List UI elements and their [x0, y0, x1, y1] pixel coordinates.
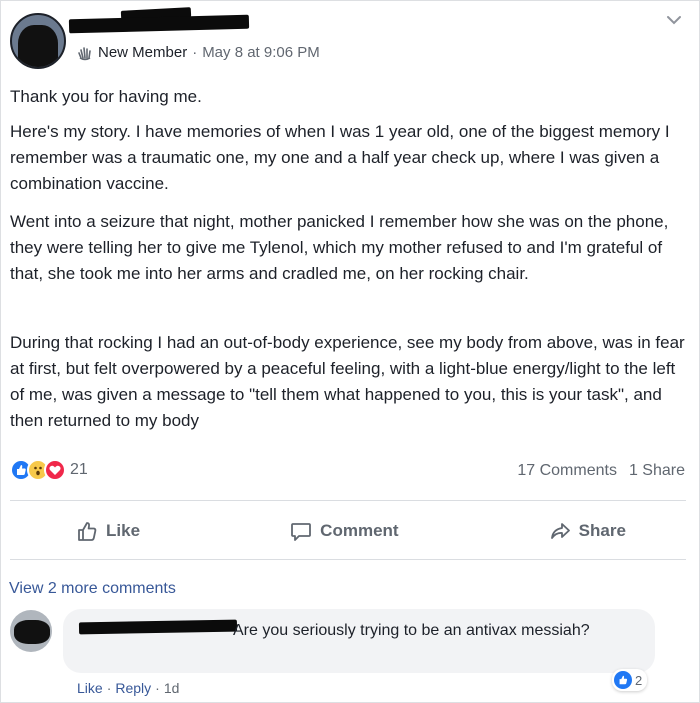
comment-reply-link[interactable]: Reply: [115, 680, 151, 696]
reaction-count: 21: [70, 461, 88, 478]
post-paragraph: Thank you for having me.: [10, 87, 202, 106]
like-button-label: Like: [106, 521, 141, 540]
member-badge[interactable]: New Member: [98, 44, 187, 61]
reactions-summary[interactable]: 21: [10, 459, 88, 481]
post-timestamp[interactable]: May 8 at 9:06 PM: [202, 44, 320, 61]
shares-count-link[interactable]: 1 Share: [629, 462, 685, 480]
comment-meta: Like · Reply · 1d: [77, 680, 179, 696]
avatar-redaction: [14, 620, 50, 644]
thumbs-up-icon: [78, 522, 97, 541]
post-paragraph: Here's my story. I have memories of when…: [10, 122, 670, 193]
view-more-comments-link[interactable]: View 2 more comments: [9, 580, 176, 598]
comment-age[interactable]: 1d: [164, 680, 180, 696]
post-action-bar: Like Comment Share: [1, 511, 700, 551]
love-icon: [44, 459, 66, 481]
post-card: New Member · May 8 at 9:06 PM Thank you …: [0, 0, 700, 703]
share-button-label: Share: [578, 521, 626, 540]
meta-separator: ·: [192, 44, 198, 61]
avatar-redaction: [18, 25, 58, 67]
meta-separator: ·: [106, 680, 112, 696]
post-paragraph: Went into a seizure that night, mother p…: [10, 212, 669, 283]
share-arrow-icon: [550, 523, 570, 539]
speech-bubble-icon: [291, 523, 312, 541]
comment-text: Are you seriously trying to be an antiva…: [233, 622, 590, 639]
comment-like-link[interactable]: Like: [77, 680, 103, 696]
post-stats: 17 Comments 1 Share: [517, 462, 685, 480]
chevron-down-icon[interactable]: [665, 11, 683, 29]
divider: [10, 500, 686, 501]
divider: [10, 559, 686, 560]
comment-reaction-count: 2: [635, 672, 643, 688]
comments-count-link[interactable]: 17 Comments: [517, 462, 617, 480]
post-meta: New Member · May 8 at 9:06 PM: [77, 44, 320, 61]
post-paragraph: During that rocking I had an out-of-body…: [10, 333, 685, 430]
new-member-wave-icon: [78, 46, 91, 60]
commenter-avatar[interactable]: [10, 610, 52, 652]
comment-button[interactable]: Comment: [270, 514, 418, 548]
author-avatar[interactable]: [10, 13, 66, 69]
share-button[interactable]: Share: [529, 514, 646, 548]
like-icon: [614, 671, 632, 689]
comment-reactions[interactable]: 2: [612, 669, 648, 691]
like-button[interactable]: Like: [56, 514, 160, 548]
comment-button-label: Comment: [320, 521, 399, 540]
meta-separator: ·: [155, 680, 160, 696]
author-name-redaction-bar: [68, 14, 250, 34]
